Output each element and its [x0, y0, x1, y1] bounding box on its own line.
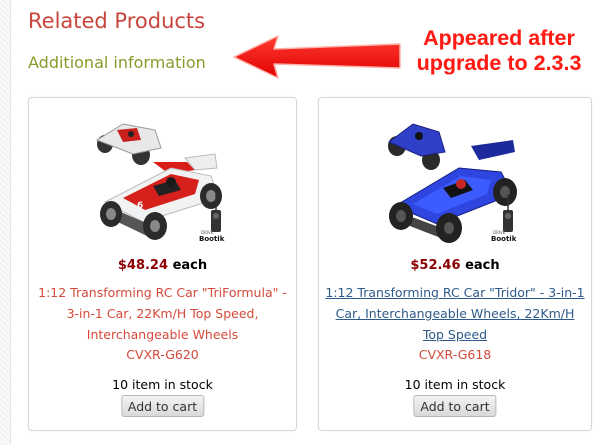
price-unit: each: [465, 258, 500, 273]
add-to-cart-button[interactable]: Add to cart: [413, 395, 497, 417]
product-sku: CVXR-G620: [126, 347, 199, 362]
product-card: DRIVE Bootik $52.46 each 1:12 Transformi…: [318, 97, 592, 431]
annotation-line-1: Appeared after: [423, 26, 575, 50]
product-name-link[interactable]: 1:12 Transforming RC Car "Tridor" - 3-in…: [325, 282, 585, 345]
bootik-logo-icon: DRIVE Bootik: [491, 230, 517, 243]
rc-car-red-white-image[interactable]: 6 DRIVE Bootik: [83, 110, 243, 250]
bootik-logo-icon: DRIVE Bootik: [199, 230, 225, 243]
product-sku: CVXR-G618: [418, 347, 492, 362]
product-price: $48.24: [117, 258, 169, 273]
annotation-arrow-icon: [233, 35, 401, 79]
stock-status: 10 item in stock: [404, 377, 506, 392]
add-to-cart-button[interactable]: Add to cart: [120, 395, 205, 417]
svg-text:Bootik: Bootik: [199, 235, 225, 243]
price-row: $48.24 each: [29, 258, 296, 273]
page-left-border: [0, 0, 11, 445]
related-products-heading: Related Products: [28, 9, 206, 33]
stock-status: 10 item in stock: [112, 377, 213, 392]
annotation-line-2: upgrade to 2.3.3: [416, 51, 582, 75]
rc-car-blue-image[interactable]: DRIVE Bootik: [375, 110, 535, 250]
svg-text:Bootik: Bootik: [491, 235, 517, 243]
price-row: $52.46 each: [319, 258, 591, 273]
product-name-link[interactable]: 1:12 Transforming RC Car "TriFormula" - …: [35, 282, 290, 345]
additional-information-heading: Additional information: [28, 53, 206, 72]
product-price: $52.46: [410, 258, 461, 273]
upgrade-annotation: Appeared after upgrade to 2.3.3: [404, 26, 594, 76]
product-card: 6 DRIVE Bootik $48.24 each 1:12 Transfor…: [28, 97, 297, 431]
svg-text:6: 6: [137, 201, 143, 211]
price-unit: each: [172, 258, 208, 273]
